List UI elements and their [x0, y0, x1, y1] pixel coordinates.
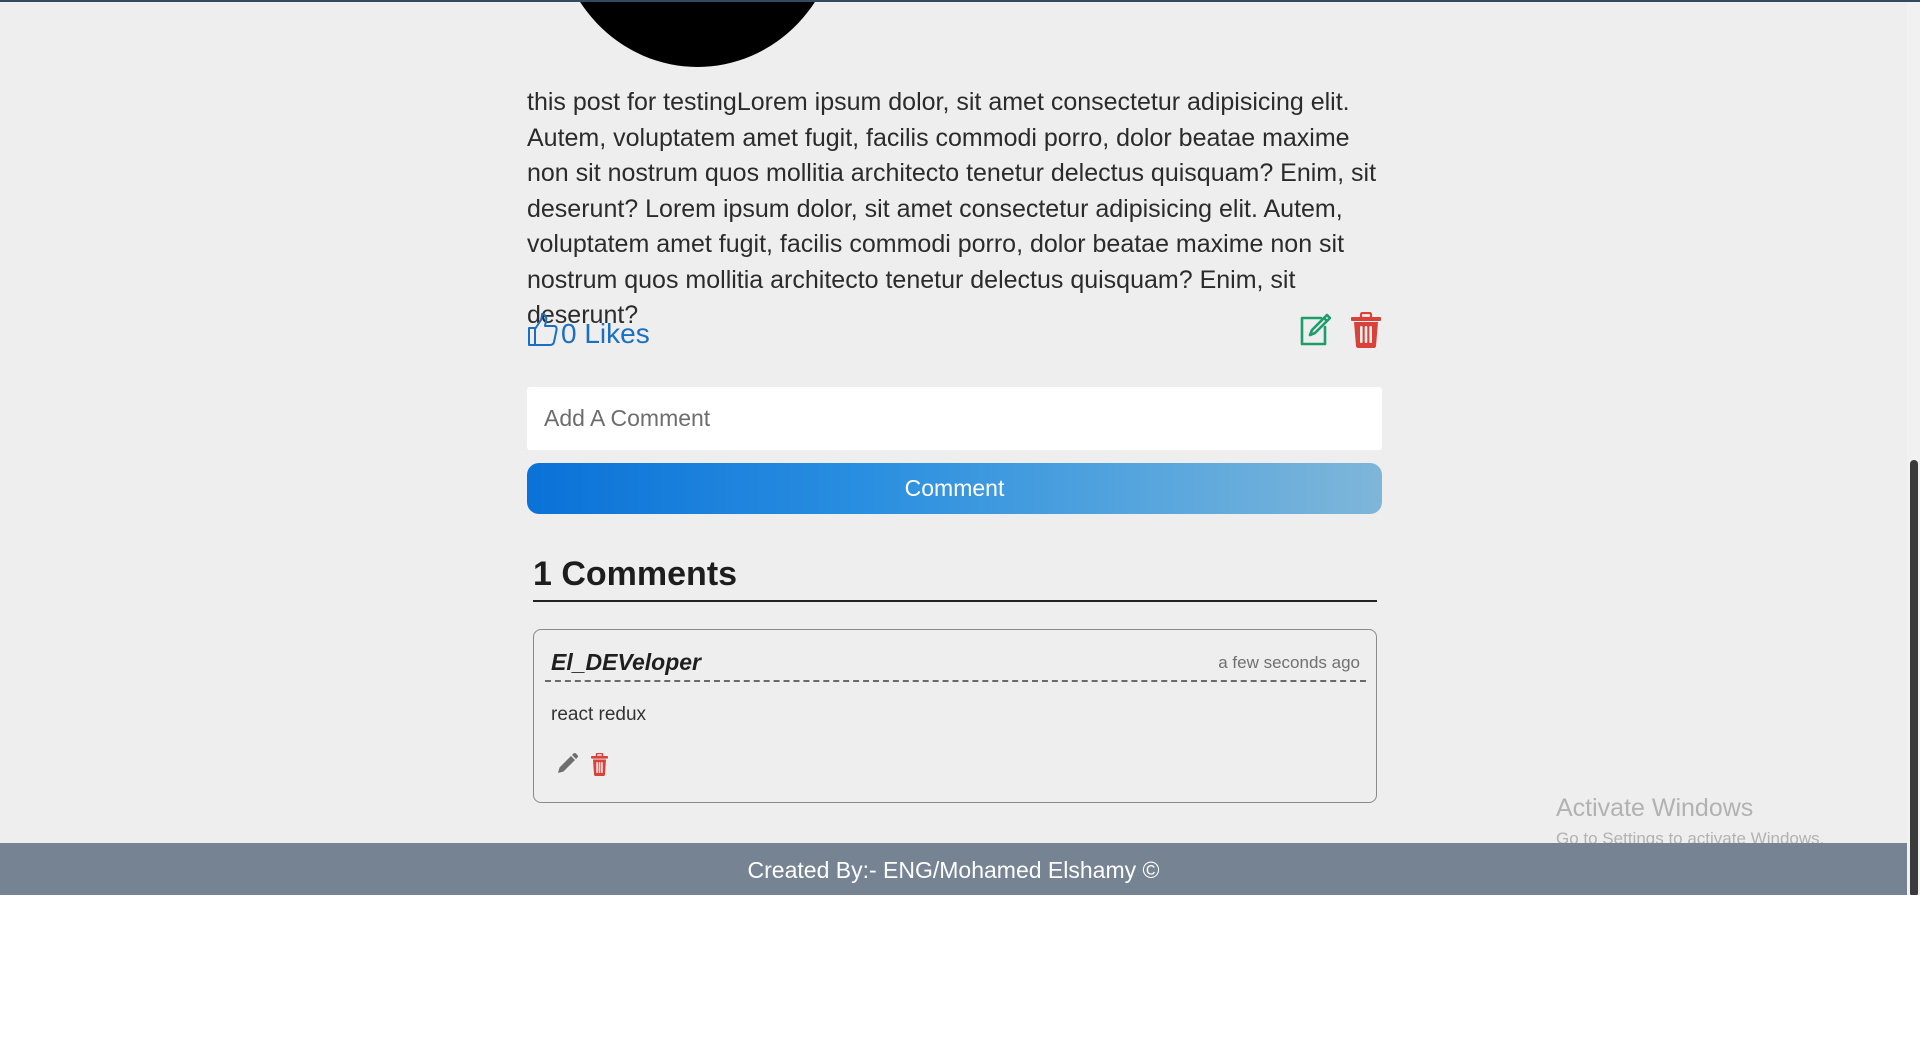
comment-card: El_DEVeloper a few seconds ago react red…: [533, 629, 1377, 803]
comment-header: El_DEVeloper a few seconds ago: [545, 649, 1366, 682]
comments-heading: 1 Comments: [533, 555, 1377, 602]
edit-icon: [1300, 313, 1331, 346]
footer-credit: Created By:- ENG/Mohamed Elshamy ©: [747, 856, 1160, 883]
post-actions: [1297, 312, 1383, 348]
scrollbar-thumb[interactable]: [1910, 460, 1918, 895]
comment-text: react redux: [551, 704, 647, 725]
edit-post-button[interactable]: [1297, 312, 1331, 348]
post-author-avatar: [555, 2, 840, 67]
post-body: this post for testingLorem ipsum dolor, …: [527, 88, 1377, 329]
page-viewport: this post for testingLorem ipsum dolor, …: [0, 0, 1920, 895]
thumbs-up-icon: [527, 312, 561, 355]
watermark-title: Activate Windows: [1556, 794, 1754, 822]
trash-icon: [591, 752, 608, 776]
edit-comment-button[interactable]: [555, 752, 579, 776]
likes-count-label: 0 Likes: [561, 317, 650, 349]
delete-comment-button[interactable]: [590, 752, 609, 776]
comment-input[interactable]: [527, 387, 1382, 450]
pencil-icon: [558, 752, 579, 773]
comment-actions: [555, 752, 609, 776]
delete-post-button[interactable]: [1349, 312, 1383, 348]
comment-submit-button[interactable]: Comment: [527, 463, 1382, 514]
activate-windows-watermark: Activate Windows Go to Settings to activ…: [1556, 794, 1824, 849]
like-button[interactable]: 0 Likes: [527, 312, 650, 355]
comment-author: El_DEVeloper: [551, 649, 701, 675]
trash-icon: [1351, 312, 1381, 348]
comment-timestamp: a few seconds ago: [1218, 653, 1360, 672]
page-footer: Created By:- ENG/Mohamed Elshamy ©: [0, 843, 1907, 895]
page-scrollbar[interactable]: [1907, 2, 1920, 895]
